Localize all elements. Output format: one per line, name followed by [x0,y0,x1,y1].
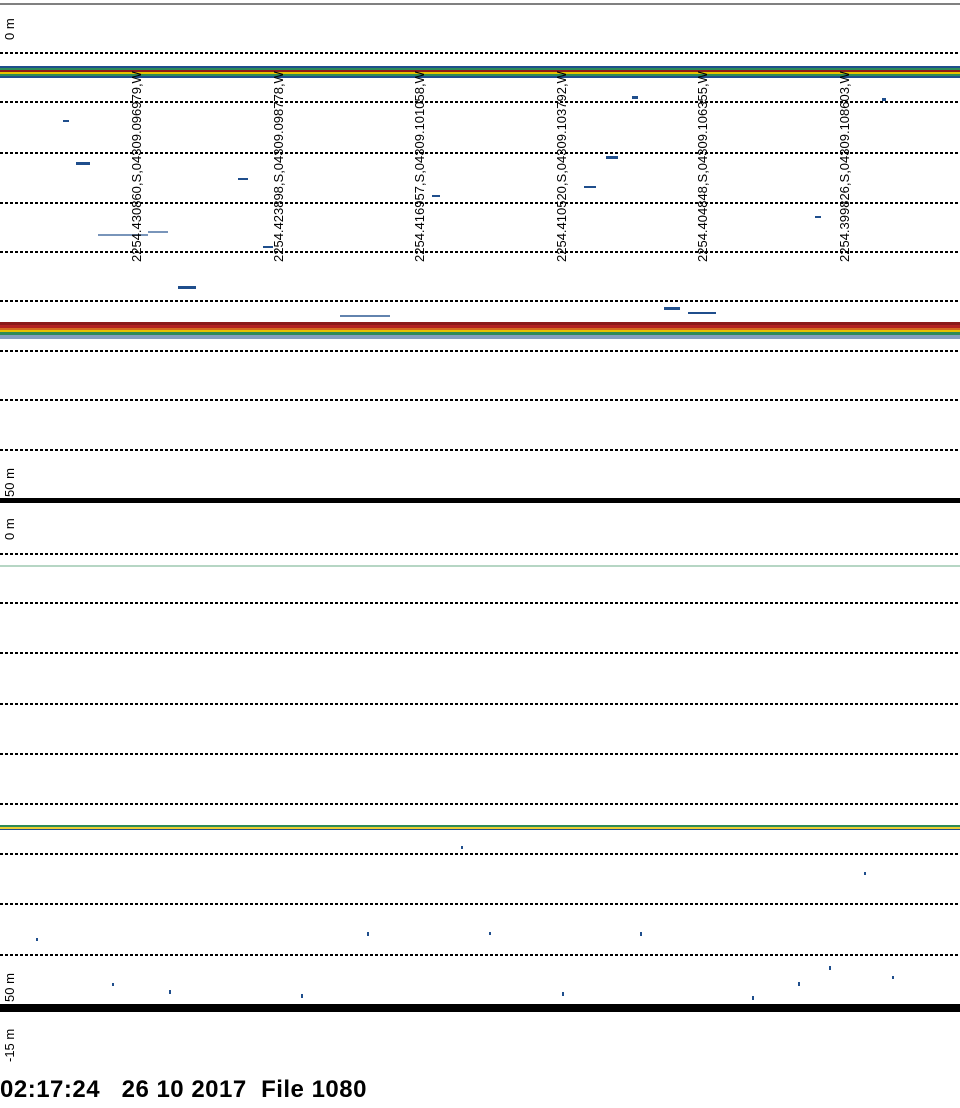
position-label-3: 2254.416957,S,04309.101058,W [412,70,427,262]
seabed-echo-top [0,322,960,339]
top-panel-grid [0,52,960,451]
bottom-depth-50-label: 50 m [2,973,17,1002]
position-label-4: 2254.410520,S,04309.103792,W [554,70,569,262]
scattered-targets-bottom [36,846,894,1000]
top-depth-zero-label: 0 m [2,18,17,40]
position-label-6: 2254.399826,S,04309.108603,W [837,70,852,262]
panel-separator-top [0,498,960,503]
depth-labels: 0 m 50 m 0 m 50 m -15 m [2,18,17,1062]
footer-date: 26 10 2017 [121,1076,247,1103]
status-footer: 02:17:24 26 10 2017 File 1080 [0,1076,367,1104]
position-labels: 2254.430860,S,04309.096979,W 2254.423898… [129,70,852,262]
panel-separator-bottom [0,1004,960,1012]
transducer-band [0,66,960,78]
offset-label: -15 m [2,1029,17,1062]
footer-file: File 1080 [261,1076,367,1103]
position-label-1: 2254.430860,S,04309.096979,W [129,70,144,262]
position-label-2: 2254.423898,S,04309.098778,W [271,70,286,262]
echogram: 2254.430860,S,04309.096979,W 2254.423898… [0,3,960,1062]
top-depth-50-label: 50 m [2,468,17,497]
bottom-depth-zero-label: 0 m [2,518,17,540]
bottom-panel-grid [0,553,960,956]
scattered-targets-top [63,96,886,317]
seabed-echo-bottom [0,825,960,830]
footer-time: 02:17:24 [0,1076,101,1103]
position-label-5: 2254.404848,S,04309.106355,W [695,70,710,262]
